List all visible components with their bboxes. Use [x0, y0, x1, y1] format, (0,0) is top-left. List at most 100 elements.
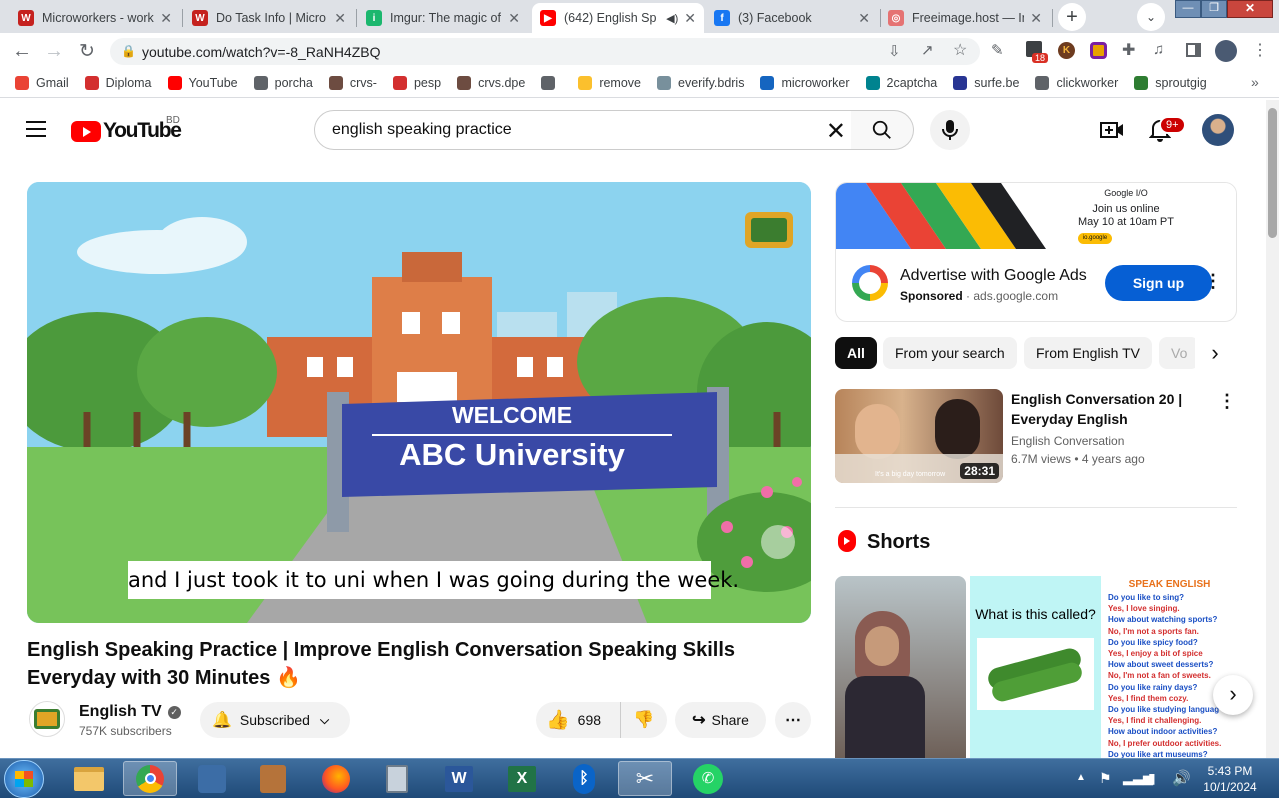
extension-color-icon[interactable] [1090, 42, 1107, 59]
install-app-icon[interactable]: ⇩ [888, 42, 901, 60]
extensions-puzzle-icon[interactable]: ✚ [1122, 40, 1135, 60]
bookmark-item[interactable]: Diploma [84, 76, 152, 90]
action-center-flag-icon[interactable]: ⚑ [1099, 770, 1112, 787]
scrollbar-thumb[interactable] [1268, 108, 1277, 238]
clock[interactable]: 5:43 PM 10/1/2024 [1196, 763, 1264, 795]
bookmark-item[interactable]: porcha [253, 76, 313, 90]
bookmark-item[interactable]: sproutgig [1134, 76, 1207, 90]
bookmark-item[interactable]: 2captcha [865, 76, 937, 90]
media-control-icon[interactable]: ♫ [1153, 41, 1164, 58]
taskbar-image-app[interactable] [246, 761, 300, 796]
bookmark-item[interactable]: surfe.be [953, 76, 1019, 90]
related-video-channel[interactable]: English Conversation [1011, 434, 1124, 448]
tab-close-icon[interactable]: ✕ [1030, 10, 1042, 27]
bookmark-item[interactable]: Gmail [15, 76, 69, 90]
related-video-thumbnail[interactable]: It's a big day tomorrow 28:31 [835, 389, 1003, 483]
tab-close-icon[interactable]: ✕ [508, 10, 520, 27]
window-restore-button[interactable]: ❐ [1201, 0, 1227, 18]
page-scrollbar[interactable] [1266, 100, 1279, 758]
taskbar-snipping-tool[interactable]: ✂ [618, 761, 672, 796]
voice-search-button[interactable] [930, 110, 970, 150]
youtube-logo[interactable]: YouTube [71, 119, 182, 143]
dislike-button[interactable]: 👎 [620, 702, 667, 738]
tray-overflow-icon[interactable]: ▲ [1076, 772, 1086, 783]
new-tab-button[interactable]: + [1058, 3, 1086, 31]
extension-edit-icon[interactable]: ✎ [991, 41, 1004, 59]
battery-icon[interactable]: ▮ [1148, 770, 1156, 787]
tab-close-icon[interactable]: ✕ [858, 10, 870, 27]
forward-icon[interactable]: → [42, 40, 66, 64]
ad-menu-icon[interactable]: ⋮ [1204, 271, 1222, 292]
reload-icon[interactable]: ↻ [75, 40, 99, 64]
short-card-1[interactable] [835, 576, 966, 758]
taskbar-photo-app[interactable] [185, 761, 239, 796]
chip-from-channel[interactable]: From English TV [1024, 337, 1152, 369]
like-button[interactable]: 👍 698 [536, 702, 620, 738]
tab-2[interactable]: i Imgur: The magic of ✕ [358, 3, 528, 33]
tab-4[interactable]: f (3) Facebook ✕ [706, 3, 878, 33]
search-input[interactable]: english speaking practice ✕ [314, 110, 852, 150]
taskbar-whatsapp[interactable]: ✆ [681, 761, 735, 796]
volume-icon[interactable]: 🔊 [1172, 769, 1191, 787]
share-button[interactable]: ↪ Share [675, 702, 766, 738]
channel-name[interactable]: English TV [79, 703, 162, 721]
sponsored-ad-card[interactable]: Google I/O Join us online May 10 at 10am… [835, 182, 1237, 322]
taskbar-file-explorer[interactable] [62, 761, 116, 796]
tab-1[interactable]: W Do Task Info | Micro ✕ [184, 3, 354, 33]
bookmark-item[interactable]: pesp [392, 76, 441, 90]
browser-menu-icon[interactable]: ⋮ [1252, 40, 1268, 60]
taskbar-firefox[interactable] [309, 761, 363, 796]
bookmarks-overflow-button[interactable]: » [1251, 74, 1259, 90]
tab-close-icon[interactable]: ✕ [334, 10, 346, 27]
short-card-3[interactable]: SPEAK ENGLISH Do you like to sing? Yes, I… [1104, 576, 1235, 758]
taskbar-calculator[interactable] [370, 761, 424, 796]
extension-k-icon[interactable]: K [1058, 42, 1075, 59]
bookmark-star-icon[interactable]: ☆ [953, 40, 967, 60]
chips-next-icon[interactable]: › [1195, 337, 1235, 369]
chip-all[interactable]: All [835, 337, 877, 369]
related-video-title[interactable]: English Conversation 20 | Everyday Engli… [1011, 389, 1211, 429]
tab-close-icon[interactable]: ✕ [684, 10, 696, 27]
channel-avatar[interactable] [29, 701, 65, 737]
window-close-button[interactable]: ✕ [1227, 0, 1273, 18]
video-player[interactable]: WELCOME ABC University and I just took i… [27, 182, 811, 623]
create-button[interactable] [1092, 110, 1132, 150]
back-icon[interactable]: ← [10, 40, 34, 64]
clear-search-icon[interactable]: ✕ [826, 117, 846, 146]
related-video-menu-icon[interactable]: ⋮ [1218, 391, 1236, 412]
side-panel-icon[interactable] [1186, 43, 1201, 57]
bookmark-item[interactable]: microworker [760, 76, 850, 90]
chip-from-search[interactable]: From your search [883, 337, 1017, 369]
tab-search-button[interactable]: ⌄ [1137, 3, 1165, 31]
subscribed-button[interactable]: 🔔 Subscribed ⌵ [200, 702, 350, 738]
bookmark-item[interactable] [541, 76, 562, 90]
chip-partial[interactable]: Vo [1159, 337, 1199, 369]
window-minimize-button[interactable]: — [1175, 0, 1201, 18]
shorts-next-button[interactable]: › [1213, 675, 1253, 715]
bookmark-item[interactable]: everify.bdris [657, 76, 744, 90]
bookmark-item[interactable]: clickworker [1035, 76, 1118, 90]
account-avatar[interactable] [1202, 114, 1234, 146]
tab-3[interactable]: ▶ (642) English Sp ◀) ✕ [532, 3, 704, 33]
taskbar-excel[interactable]: X [495, 761, 549, 796]
site-info-icon[interactable]: 🔒 [121, 44, 136, 58]
taskbar-word[interactable]: W [432, 761, 486, 796]
tab-0[interactable]: W Microworkers - work ✕ [10, 3, 180, 33]
guide-menu-icon[interactable] [26, 121, 46, 137]
ad-signup-button[interactable]: Sign up [1105, 265, 1212, 301]
tab-close-icon[interactable]: ✕ [160, 10, 172, 27]
short-card-2[interactable]: What is this called? [970, 576, 1101, 758]
bookmark-item[interactable]: crvs- [328, 76, 377, 90]
start-button[interactable] [4, 760, 44, 798]
bookmark-item[interactable]: crvs.dpe [457, 76, 525, 90]
bookmark-item[interactable]: YouTube [167, 76, 238, 90]
bookmark-item[interactable]: remove [578, 76, 641, 90]
address-bar[interactable]: 🔒 youtube.com/watch?v=-8_RaNH4ZBQ [110, 38, 980, 65]
taskbar-bluetooth[interactable]: ᛒ [557, 761, 611, 796]
search-button[interactable] [851, 110, 914, 150]
tab-5[interactable]: ◎ Freeimage.host — In ✕ [880, 3, 1050, 33]
profile-avatar-icon[interactable] [1215, 40, 1237, 62]
share-page-icon[interactable]: ↗ [921, 41, 934, 59]
taskbar-chrome[interactable] [123, 761, 177, 796]
tab-audio-icon[interactable]: ◀) [666, 12, 678, 25]
